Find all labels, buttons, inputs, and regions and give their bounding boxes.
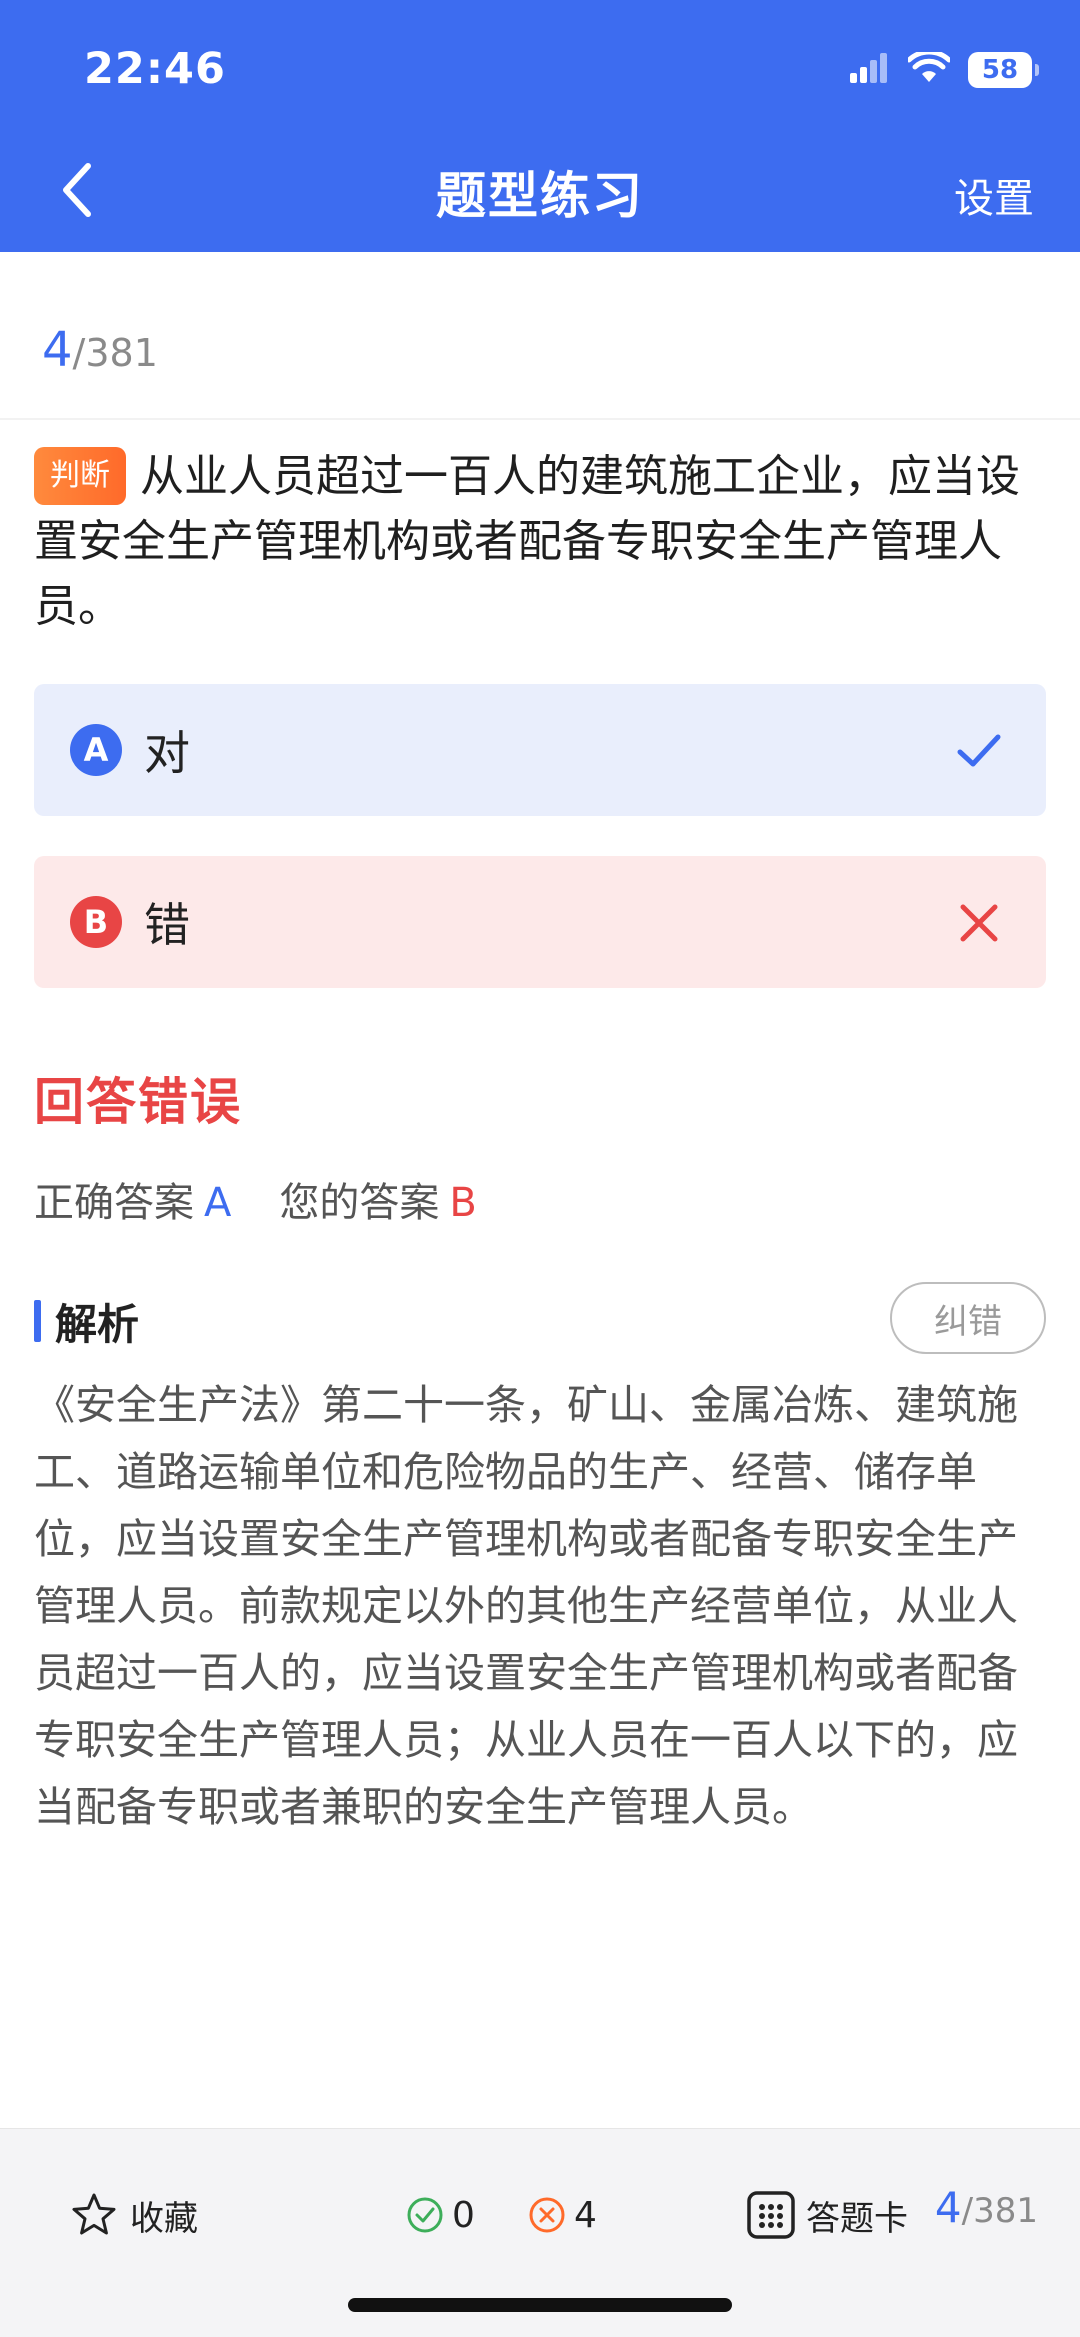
progress-current: 4: [42, 322, 73, 378]
section-accent-bar: [34, 1300, 41, 1342]
question-progress: 4/381: [42, 322, 158, 378]
option-a[interactable]: A 对: [34, 684, 1046, 816]
wrong-count: 4: [528, 2187, 597, 2243]
settings-button[interactable]: 设置: [954, 166, 1034, 224]
battery-icon: 58: [968, 52, 1039, 88]
question-type-tag: 判断: [34, 447, 126, 505]
favorite-label: 收藏: [130, 2198, 198, 2239]
question-text: 从业人员超过一百人的建筑施工企业，应当设置安全生产管理机构或者配备专职安全生产管…: [34, 451, 1020, 632]
option-letter: B: [70, 896, 122, 948]
analysis-header: 解析: [34, 1296, 139, 1349]
divider: [0, 418, 1080, 420]
report-error-button[interactable]: 纠错: [890, 1282, 1046, 1354]
question-stem: 判断 从业人员超过一百人的建筑施工企业，应当设置安全生产管理机构或者配备专职安全生…: [34, 444, 1044, 639]
correct-answer-label: 正确答案: [34, 1180, 194, 1226]
correct-answer-value: A: [204, 1180, 232, 1226]
check-circle-icon: [407, 2197, 443, 2233]
your-answer-value: B: [449, 1180, 477, 1226]
bottom-progress-total: /381: [961, 2191, 1038, 2231]
home-indicator: [348, 2298, 732, 2312]
signal-icon: [850, 53, 890, 87]
analysis-text: 《安全生产法》第二十一条，矿山、金属冶炼、建筑施工、道路运输单位和危险物品的生产…: [34, 1381, 1018, 1831]
wrong-count-value: 4: [574, 2194, 597, 2236]
page-title: 题型练习: [436, 167, 644, 225]
grid-icon: [747, 2191, 795, 2239]
star-icon: [72, 2193, 116, 2235]
close-icon: [960, 904, 998, 942]
option-b[interactable]: B 错: [34, 856, 1046, 988]
right-count: 0: [406, 2187, 475, 2243]
option-text: 对: [144, 726, 190, 780]
status-time: 22:46: [84, 44, 226, 94]
option-text: 错: [144, 898, 190, 952]
analysis-label: 解析: [55, 1299, 140, 1349]
x-circle-icon: [529, 2197, 565, 2233]
bottom-progress: 4/381: [935, 2183, 1038, 2232]
practice-page: 22:46 58 题型练习 设置 4/381 判断 从业人员超过一百人的建筑施工…: [0, 0, 1080, 2337]
progress-total: /381: [72, 331, 158, 375]
answer-summary: 正确答案 A 您的答案 B: [34, 1170, 477, 1228]
bottom-progress-current: 4: [934, 2183, 962, 2232]
answer-card-label: 答题卡: [806, 2198, 908, 2239]
status-icons: 58: [850, 48, 1039, 92]
favorite-button[interactable]: 收藏: [70, 2187, 198, 2243]
check-icon: [957, 734, 1001, 767]
your-answer-label: 您的答案: [279, 1180, 440, 1226]
answer-card-button[interactable]: 答题卡: [746, 2187, 908, 2243]
wifi-icon: [906, 49, 952, 88]
option-letter: A: [70, 724, 122, 776]
result-title: 回答错误: [34, 1073, 242, 1131]
app-header: 22:46 58 题型练习 设置: [0, 0, 1080, 252]
right-count-value: 0: [452, 2194, 475, 2236]
